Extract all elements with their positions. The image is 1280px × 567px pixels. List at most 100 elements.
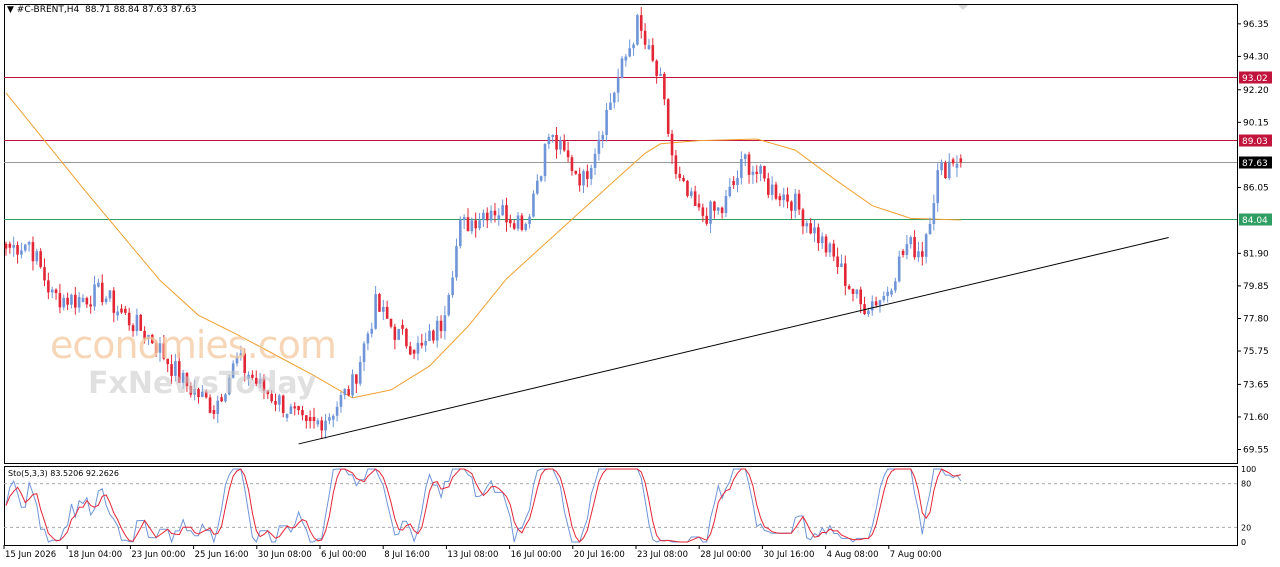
candle-body bbox=[570, 157, 574, 171]
candle-body bbox=[532, 193, 535, 217]
candle-body bbox=[443, 315, 447, 332]
candle-body bbox=[924, 234, 928, 257]
candle-body bbox=[478, 220, 481, 229]
candle-body bbox=[543, 144, 547, 177]
y-tick-label: 96.35 bbox=[1243, 20, 1269, 30]
candle-body bbox=[493, 210, 497, 216]
candle-body bbox=[578, 173, 581, 186]
candle-body bbox=[763, 165, 766, 179]
candle-body bbox=[778, 196, 782, 201]
candle-body bbox=[362, 343, 366, 363]
candle-body bbox=[716, 207, 720, 211]
ohlc-values: 88.71 88.84 87.63 87.63 bbox=[84, 5, 197, 15]
candle-body bbox=[505, 205, 508, 223]
chart-header: ▼ #C-BRENT,H4 88.71 88.84 87.63 87.63 bbox=[7, 5, 197, 15]
candle-body bbox=[320, 420, 323, 431]
candle-body bbox=[497, 215, 501, 220]
candle-body bbox=[597, 139, 601, 154]
candle-body bbox=[439, 320, 443, 332]
candle-body bbox=[747, 154, 751, 175]
candle-body bbox=[921, 251, 924, 257]
candle-body bbox=[605, 110, 608, 135]
stoch-main-line bbox=[5, 468, 962, 544]
candle-body bbox=[401, 324, 404, 329]
candle-body bbox=[951, 159, 955, 164]
candle-body bbox=[813, 227, 816, 234]
candle-body bbox=[328, 417, 331, 421]
candle-body bbox=[485, 212, 489, 221]
candle-body bbox=[870, 301, 874, 311]
candle-body bbox=[389, 318, 393, 327]
candle-body bbox=[285, 413, 289, 418]
y-tick-label: 92.20 bbox=[1243, 86, 1269, 96]
candle-body bbox=[878, 300, 882, 306]
x-tick-label: 16 Jul 00:00 bbox=[511, 550, 562, 560]
menu-arrow-icon[interactable]: ▼ bbox=[7, 5, 14, 15]
candle-body bbox=[886, 291, 889, 296]
candle-body bbox=[859, 289, 862, 305]
stoch-signal-line bbox=[5, 468, 961, 543]
trading-chart[interactable]: 100 80 20 0 93.02 89.03 87.63 84.04 96.35 94.30 9… bbox=[0, 0, 1280, 567]
y-tick-label: 73.65 bbox=[1243, 380, 1269, 390]
candle-body bbox=[312, 417, 316, 422]
candle-body bbox=[124, 308, 127, 313]
candle-body bbox=[374, 294, 377, 329]
candle-body bbox=[632, 44, 635, 49]
candle-body bbox=[536, 180, 539, 194]
candle-body bbox=[512, 223, 516, 229]
candle-body bbox=[589, 167, 593, 179]
y-tick-label: 90.15 bbox=[1243, 118, 1269, 128]
x-tick-label: 4 Aug 08:00 bbox=[827, 550, 879, 560]
candle-body bbox=[378, 294, 381, 312]
candle-body bbox=[393, 326, 397, 340]
candle-body bbox=[335, 406, 339, 416]
candle-body bbox=[616, 77, 620, 93]
candle-body bbox=[70, 294, 73, 305]
x-tick-label: 30 Jun 08:00 bbox=[258, 550, 312, 560]
candle-body bbox=[324, 420, 327, 431]
candle-body bbox=[586, 171, 589, 179]
candle-body bbox=[58, 293, 62, 308]
candle-body bbox=[774, 184, 778, 199]
price-tag-label: 84.04 bbox=[1242, 216, 1268, 226]
candle-body bbox=[593, 153, 597, 168]
candle-body bbox=[759, 165, 762, 174]
candle-body bbox=[609, 102, 612, 111]
candle-body bbox=[840, 263, 843, 267]
candle-body bbox=[482, 212, 485, 221]
candle-body bbox=[81, 297, 85, 302]
candle-body bbox=[582, 171, 585, 186]
x-tick-label: 23 Jul 08:00 bbox=[637, 550, 688, 560]
candle-body bbox=[501, 205, 504, 216]
candle-body bbox=[636, 15, 639, 45]
candle-body bbox=[940, 162, 943, 171]
candle-body bbox=[474, 220, 477, 229]
stochastic-label: Sto(5,3,3) 83.5206 92.2626 bbox=[8, 469, 119, 478]
candle-body bbox=[12, 245, 15, 248]
candle-body bbox=[108, 290, 112, 299]
candle-body bbox=[4, 243, 8, 249]
candle-body bbox=[397, 328, 400, 340]
candle-body bbox=[305, 415, 308, 422]
candle-body bbox=[647, 45, 651, 50]
candle-body bbox=[624, 56, 628, 61]
candle-body bbox=[301, 410, 304, 416]
y-tick-label: 71.60 bbox=[1243, 413, 1269, 423]
candle-body bbox=[751, 171, 755, 175]
candle-body bbox=[43, 267, 46, 281]
candle-body bbox=[882, 295, 886, 301]
candle-body bbox=[770, 184, 774, 195]
candle-body bbox=[297, 406, 300, 411]
candle-body bbox=[705, 215, 708, 224]
candle-body bbox=[797, 193, 801, 210]
candle-body bbox=[793, 193, 797, 211]
candle-body bbox=[509, 219, 512, 224]
candle-body bbox=[74, 294, 77, 308]
candle-body bbox=[682, 177, 685, 182]
candle-body bbox=[947, 161, 951, 179]
x-tick-label: 23 Jun 00:00 bbox=[131, 550, 185, 560]
x-tick-label: 30 Jul 16:00 bbox=[763, 550, 814, 560]
candle-body bbox=[351, 374, 354, 396]
candle-body bbox=[85, 297, 89, 305]
candle-body bbox=[670, 133, 674, 156]
